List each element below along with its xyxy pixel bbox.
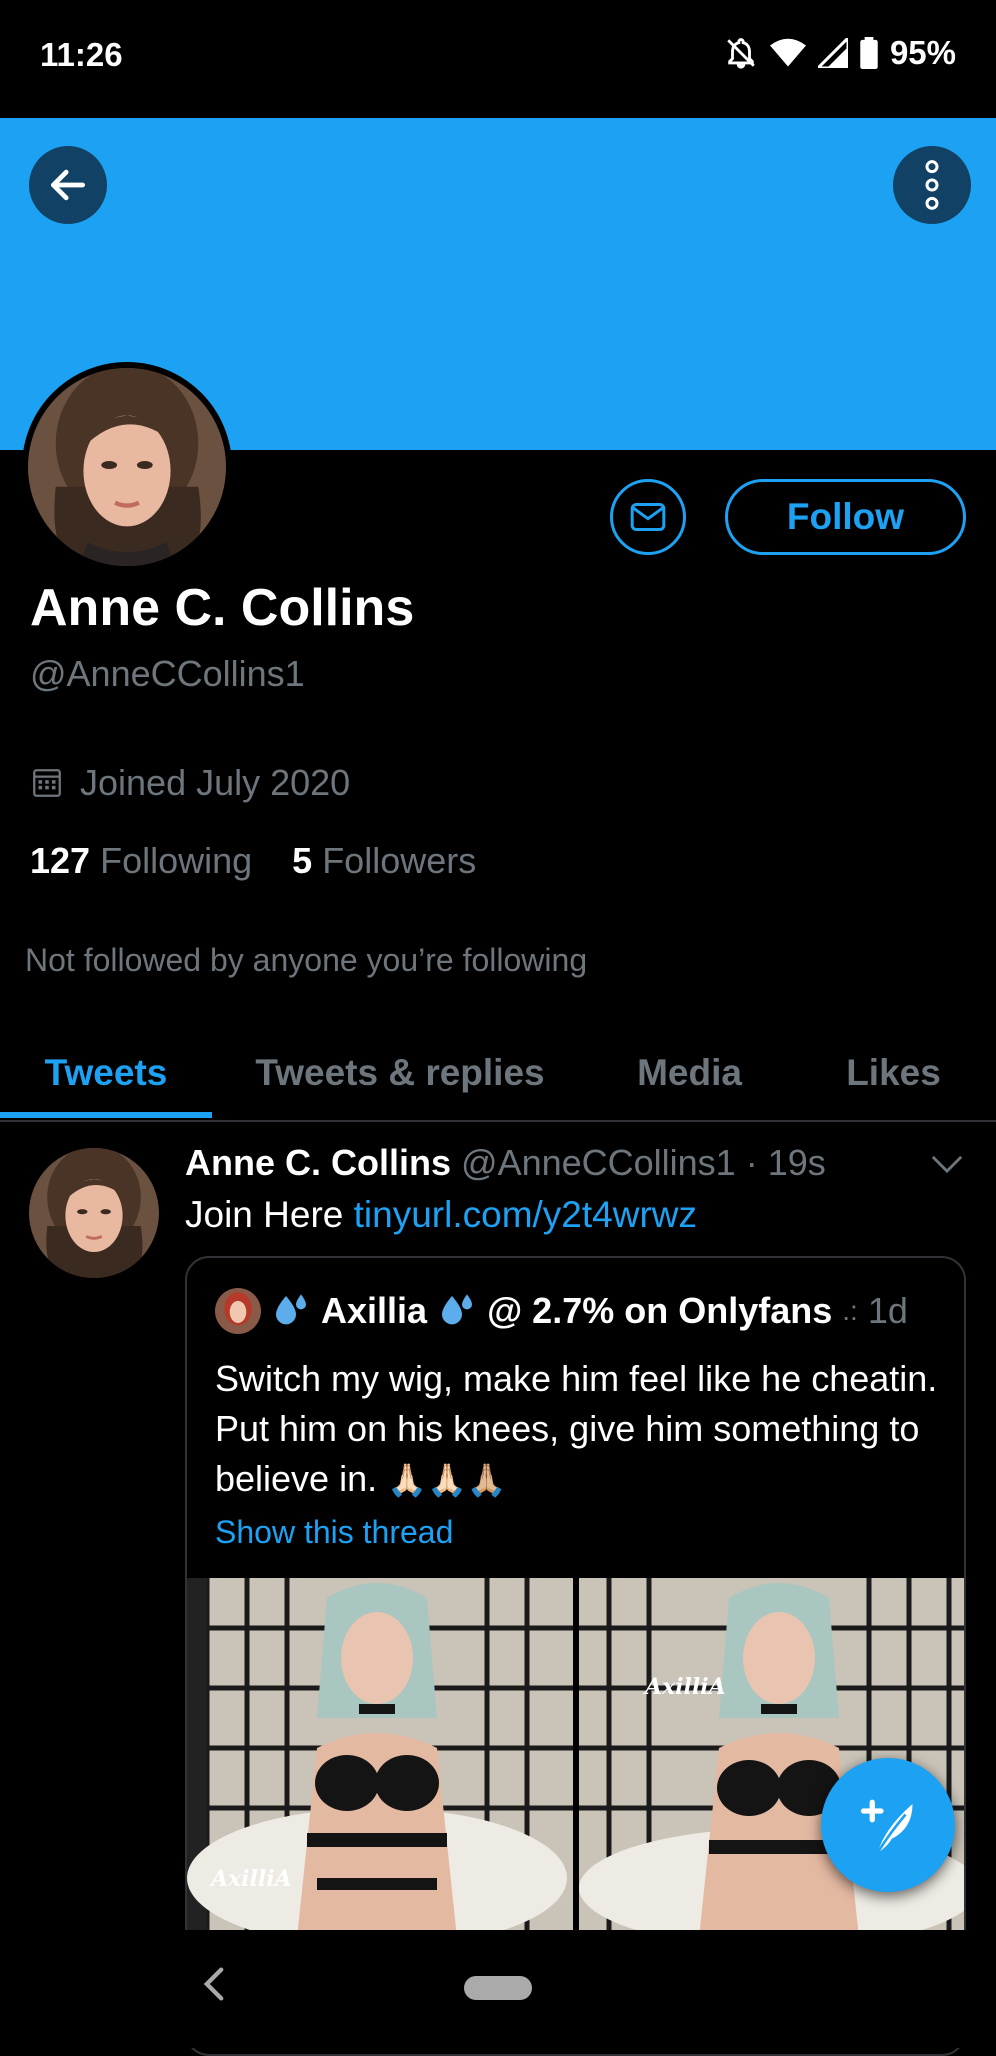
status-time: 11:26 [40,36,123,73]
profile-avatar[interactable] [22,362,232,572]
truncation-dots: .: [842,1295,858,1326]
profile-tabs: Tweets Tweets & replies Media Likes [0,1026,996,1122]
system-home-pill[interactable] [464,1976,532,2000]
compose-feather-icon [860,1799,913,1854]
following-link[interactable]: 127 Following [30,840,252,882]
follow-button[interactable]: Follow [725,479,966,555]
tweet-author-name[interactable]: Anne C. Collins [185,1142,451,1183]
tweet-avatar[interactable] [29,1148,159,1278]
compose-tweet-button[interactable] [821,1758,955,1892]
chevron-down-icon [931,1155,963,1174]
watermark-logo: AxilliA [645,1674,726,1700]
not-followed-note: Not followed by anyone you’re following [25,942,588,978]
back-button[interactable] [29,146,107,224]
following-count: 127 [30,840,91,881]
profile-handle: @AnneCCollins1 [30,653,305,694]
show-thread-link[interactable]: Show this thread [215,1514,453,1551]
status-icons: 95% [724,34,956,72]
more-options-button[interactable] [893,146,971,224]
tab-tweets[interactable]: Tweets [0,1026,212,1120]
tab-likes[interactable]: Likes [791,1026,996,1120]
envelope-icon [630,503,666,531]
follow-stats: 127 Following 5 Followers [30,840,476,882]
tab-tweets-and-replies[interactable]: Tweets & replies [212,1026,588,1120]
sweat-droplets-icon [276,1294,306,1325]
joined-date: Joined July 2020 [30,762,350,804]
sweat-droplets-icon [442,1294,473,1325]
quoted-body: Switch my wig, make him feel like he che… [215,1358,938,1499]
followers-label: Followers [322,840,477,881]
tweet-body: Join Here [185,1194,344,1235]
chevron-left-icon [203,1967,224,2001]
notifications-off-icon [727,38,755,69]
tweet-link[interactable]: tinyurl.com/y2t4wrwz [354,1194,697,1235]
tweet-time: 19s [767,1142,826,1183]
cell-signal-icon [817,38,848,68]
quoted-tweet-text: Switch my wig, make him feel like he che… [215,1354,955,1505]
quoted-time: 1d [867,1290,908,1331]
quoted-author-name: Axillia [321,1290,428,1331]
message-button[interactable] [610,479,686,555]
tweet-menu-button[interactable] [930,1152,964,1181]
battery-percent: 95% [889,34,956,71]
system-back-button[interactable] [200,1966,228,2007]
tab-media[interactable]: Media [588,1026,791,1120]
wifi-icon [769,38,806,67]
more-vertical-icon [925,160,939,210]
quoted-author-suffix: @ 2.7% on Onlyfans [487,1290,833,1331]
active-tab-indicator [0,1112,212,1118]
watermark-logo: AxilliA [211,1866,292,1892]
followers-count: 5 [292,840,313,881]
separator-dot: · [745,1142,758,1183]
following-label: Following [100,840,253,881]
profile-display-name: Anne C. Collins [30,579,415,637]
joined-text: Joined July 2020 [80,762,351,803]
followers-link[interactable]: 5 Followers [292,840,476,882]
quoted-avatar [215,1288,261,1334]
tweet-header: Anne C. Collins @AnneCCollins1 · 19s [185,1142,826,1184]
tweet-author-handle: @AnneCCollins1 [461,1142,736,1183]
calendar-icon [33,769,61,797]
battery-icon [860,37,878,69]
arrow-left-icon [50,169,86,201]
quoted-media-image[interactable]: AxilliA [187,1578,573,1938]
tweet-text: Join Here tinyurl.com/y2t4wrwz [185,1194,697,1236]
praying-hands-emoji: 🙏🏻🙏🏻🙏🏼 [387,1462,507,1498]
quoted-tweet-header: Axillia @ 2.7% on Onlyfans .: 1d [215,1288,908,1334]
